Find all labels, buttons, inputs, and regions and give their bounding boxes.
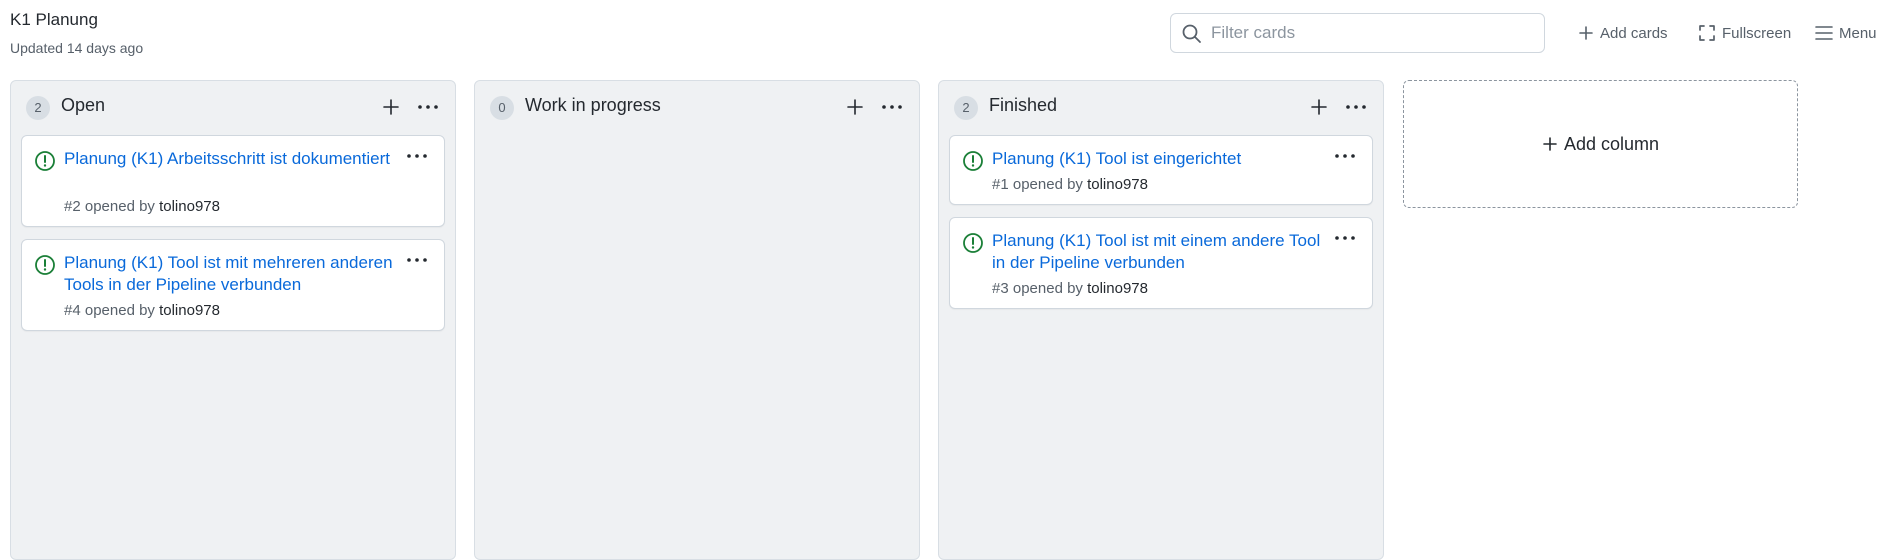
updated-timestamp: Updated 14 days ago (10, 40, 144, 56)
column-open: 2 Open Planung (K1) Arbeitsschritt ist d… (10, 80, 456, 560)
add-cards-button[interactable]: Add cards (1578, 20, 1668, 46)
issue-card[interactable]: Planung (K1) Arbeitsschritt ist dokument… (21, 135, 445, 227)
card-count-badge: 2 (954, 96, 978, 120)
author-link[interactable]: tolino978 (159, 302, 220, 319)
author-link[interactable]: tolino978 (159, 198, 220, 215)
column-more-options-icon[interactable] (877, 95, 907, 119)
issue-meta: #1 opened by tolino978 (992, 176, 1148, 193)
column-header: 2 Open (11, 81, 455, 133)
add-card-plus-icon[interactable] (1307, 95, 1331, 119)
issue-number-label: #2 opened by (64, 198, 160, 215)
add-column-button[interactable]: Add column (1403, 80, 1798, 208)
issue-meta: #2 opened by tolino978 (64, 198, 220, 215)
search-icon (1182, 24, 1201, 43)
column-more-options-icon[interactable] (1341, 95, 1371, 119)
column-work-in-progress: 0 Work in progress (474, 80, 920, 560)
fullscreen-label: Fullscreen (1722, 24, 1792, 42)
column-finished: 2 Finished Planung (K1) Tool ist eingeri… (938, 80, 1384, 560)
column-title: Open (61, 95, 106, 115)
issue-number-label: #4 opened by (64, 302, 160, 319)
issue-title-link[interactable]: Planung (K1) Tool ist eingerichtet (992, 148, 1322, 170)
issue-card[interactable]: Planung (K1) Tool ist mit einem andere T… (949, 217, 1373, 309)
plus-icon (1579, 26, 1593, 40)
issue-meta: #4 opened by tolino978 (64, 302, 220, 319)
issue-opened-icon (35, 151, 55, 171)
issue-card[interactable]: Planung (K1) Tool ist eingerichtet #1 op… (949, 135, 1373, 205)
filter-cards-field[interactable] (1170, 13, 1545, 53)
column-title: Work in progress (525, 95, 661, 115)
card-more-options-icon[interactable] (1330, 146, 1360, 166)
issue-number-label: #1 opened by (992, 176, 1088, 193)
issue-opened-icon (963, 233, 983, 253)
add-card-plus-icon[interactable] (843, 95, 867, 119)
project-title: K1 Planung (10, 10, 98, 29)
column-header: 2 Finished (939, 81, 1383, 133)
add-cards-label: Add cards (1600, 24, 1668, 42)
menu-button[interactable]: Menu (1815, 20, 1877, 46)
author-link[interactable]: tolino978 (1087, 280, 1148, 297)
fullscreen-icon (1699, 25, 1715, 41)
card-count-badge: 2 (26, 96, 50, 120)
card-more-options-icon[interactable] (402, 250, 432, 270)
column-title: Finished (989, 95, 1058, 115)
filter-cards-input[interactable] (1211, 20, 1531, 46)
author-link[interactable]: tolino978 (1087, 176, 1148, 193)
issue-card[interactable]: Planung (K1) Tool ist mit mehreren ander… (21, 239, 445, 331)
issue-title-link[interactable]: Planung (K1) Tool ist mit einem andere T… (992, 230, 1322, 274)
issue-title-link[interactable]: Planung (K1) Arbeitsschritt ist dokument… (64, 148, 394, 170)
issue-title-link[interactable]: Planung (K1) Tool ist mit mehreren ander… (64, 252, 394, 296)
issue-number-label: #3 opened by (992, 280, 1088, 297)
card-count-badge: 0 (490, 96, 514, 120)
issue-meta: #3 opened by tolino978 (992, 280, 1148, 297)
plus-icon (1543, 137, 1557, 151)
menu-label: Menu (1839, 24, 1877, 42)
project-header: K1 Planung Updated 14 days ago Add cards… (0, 0, 1901, 72)
column-more-options-icon[interactable] (413, 95, 443, 119)
fullscreen-button[interactable]: Fullscreen (1698, 20, 1791, 46)
issue-opened-icon (963, 151, 983, 171)
hamburger-icon (1815, 26, 1833, 40)
column-header: 0 Work in progress (475, 81, 919, 133)
card-more-options-icon[interactable] (402, 146, 432, 166)
card-more-options-icon[interactable] (1330, 228, 1360, 248)
add-card-plus-icon[interactable] (379, 95, 403, 119)
issue-opened-icon (35, 255, 55, 275)
add-column-label: Add column (1563, 133, 1660, 154)
